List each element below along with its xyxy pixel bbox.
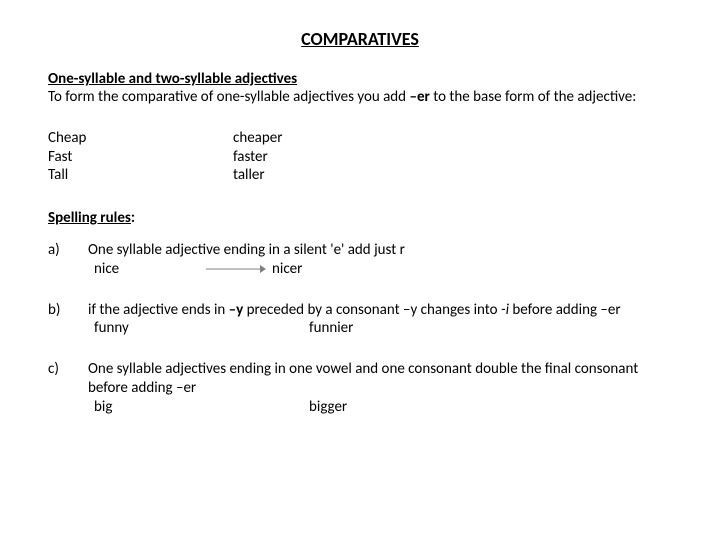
section-heading: One-syllable and two-syllable adjectives: [48, 70, 672, 88]
rule-example: big bigger: [88, 398, 672, 417]
rule-b: b) if the adjective ends in –y preceded …: [48, 301, 672, 339]
rule-example-comp: bigger: [309, 398, 347, 417]
arrow-icon: [206, 263, 266, 275]
example-row: Tall taller: [48, 166, 672, 185]
examples-table: Cheap cheaper Fast faster Tall taller: [48, 129, 672, 185]
rule-example: funny funnier: [88, 319, 672, 338]
rule-label: c): [48, 360, 70, 416]
example-row: Fast faster: [48, 148, 672, 167]
rule-body: if the adjective ends in –y preceded by …: [88, 301, 672, 339]
intro-block: One-syllable and two-syllable adjectives…: [48, 70, 672, 107]
spelling-heading-text: Spelling rules: [48, 209, 131, 227]
example-base: Cheap: [48, 129, 233, 148]
rule-text: One syllable adjectives ending in one vo…: [88, 360, 672, 398]
rule-i-suffix: -i: [501, 301, 509, 319]
slide: COMPARATIVES One-syllable and two-syllab…: [0, 0, 720, 540]
rule-label: b): [48, 301, 70, 339]
rule-body: One syllable adjectives ending in one vo…: [88, 360, 672, 416]
example-comp: faster: [233, 148, 268, 167]
example-base: Fast: [48, 148, 233, 167]
rules-list: a) One syllable adjective ending in a si…: [48, 241, 672, 416]
rule-example-comp: funnier: [309, 319, 353, 338]
example-base: Tall: [48, 166, 233, 185]
rule-example: nice nicer: [88, 260, 672, 279]
spelling-heading-colon: :: [131, 209, 135, 227]
rule-y-suffix: –y: [229, 301, 244, 319]
rule-text-part: if the adjective ends in: [88, 301, 229, 319]
intro-text: To form the comparative of one-syllable …: [48, 88, 672, 107]
page-title: COMPARATIVES: [48, 28, 672, 50]
rule-text-part: preceded by a consonant –y changes into: [243, 301, 501, 319]
rule-text-part: before adding –er: [509, 301, 621, 319]
intro-part-b: to the base form of the adjective:: [430, 88, 636, 106]
rule-text: One syllable adjective ending in a silen…: [88, 241, 672, 260]
example-comp: cheaper: [233, 129, 282, 148]
rule-a: a) One syllable adjective ending in a si…: [48, 241, 672, 279]
rule-body: One syllable adjective ending in a silen…: [88, 241, 672, 279]
example-comp: taller: [233, 166, 265, 185]
spelling-rules-heading: Spelling rules:: [48, 209, 672, 227]
rule-label: a): [48, 241, 70, 279]
rule-text: if the adjective ends in –y preceded by …: [88, 301, 672, 320]
rule-example-base: big: [88, 398, 309, 417]
rule-c: c) One syllable adjectives ending in one…: [48, 360, 672, 416]
rule-example-comp: nicer: [272, 260, 302, 279]
example-row: Cheap cheaper: [48, 129, 672, 148]
intro-part-a: To form the comparative of one-syllable …: [48, 88, 409, 106]
intro-suffix: –er: [409, 88, 429, 106]
rule-example-base: funny: [88, 319, 309, 338]
